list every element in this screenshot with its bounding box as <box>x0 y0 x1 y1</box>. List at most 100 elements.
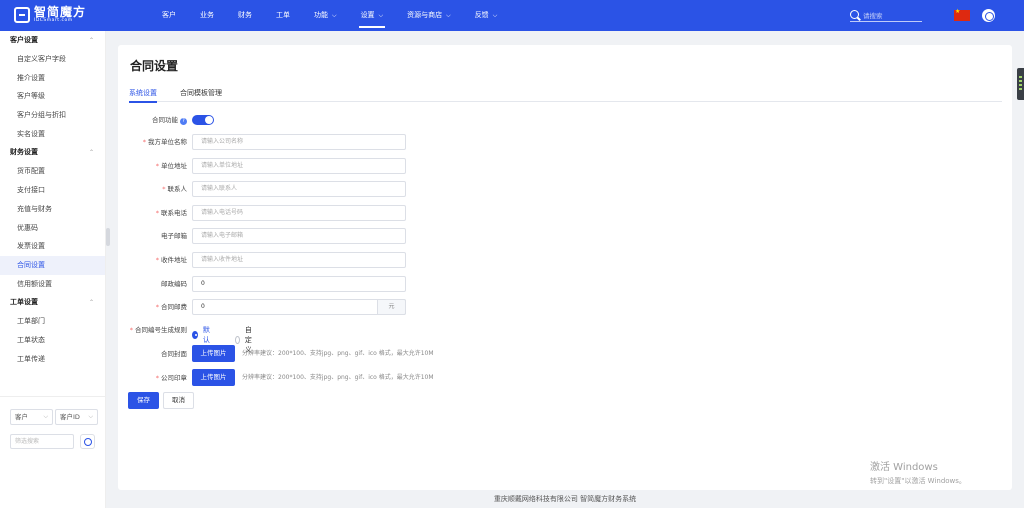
nav-item-feedback[interactable]: 反馈 ⌵ <box>475 0 498 31</box>
filter-type-select[interactable]: 客户 ⌵ <box>10 409 53 425</box>
sidebar-search: 筛选搜索 <box>10 434 95 449</box>
sidebar-item[interactable]: 工单状态 <box>0 331 105 350</box>
sidebar-divider <box>0 396 106 397</box>
email-label: 电子邮箱 <box>161 232 187 240</box>
address-input[interactable]: 请输入单位地址 <box>192 158 406 174</box>
sidebar-item[interactable]: 支付接口 <box>0 181 105 200</box>
settings-tabs: 系统设置 合同模板管理 <box>129 87 1002 103</box>
contract-feature-toggle[interactable] <box>192 115 214 125</box>
receive-address-input[interactable]: 请输入收件地址 <box>192 252 406 268</box>
sidebar-group-tickets[interactable]: 工单设置 ⌃ <box>0 293 105 312</box>
required-mark: * <box>129 326 133 334</box>
nav-item-business[interactable]: 业务 <box>200 0 214 31</box>
chevron-up-icon: ⌃ <box>88 149 94 157</box>
page-title: 合同设置 <box>130 59 179 73</box>
china-flag-icon[interactable] <box>954 8 970 21</box>
contract-settings-card: 合同设置 系统设置 合同模板管理 合同功能? * 我方单位名称 请输入公司名称 *… <box>118 45 1012 490</box>
required-mark: * <box>155 162 159 170</box>
chevron-down-icon: ⌵ <box>378 12 384 19</box>
sidebar-item[interactable]: 信用额设置 <box>0 275 105 294</box>
sidebar-item[interactable]: 充值与财务 <box>0 200 105 219</box>
nav-item-resources-store[interactable]: 资源与商店 ⌵ <box>407 0 451 31</box>
main-nav: 客户 业务 财务 工单 功能 ⌵ 设置 ⌵ 资源与商店 ⌵ 反馈 ⌵ <box>162 0 521 31</box>
number-rule-label: 合同编号生成规则 <box>135 326 187 334</box>
required-mark: * <box>155 303 159 311</box>
nav-item-settings[interactable]: 设置 ⌵ <box>358 0 385 31</box>
sidebar-item[interactable]: 优惠码 <box>0 219 105 238</box>
sidebar-item[interactable]: 自定义客户字段 <box>0 50 105 69</box>
side-panel-handle[interactable] <box>1017 68 1024 100</box>
logo-icon <box>14 6 30 23</box>
required-mark: * <box>155 256 159 264</box>
chevron-down-icon: ⌵ <box>492 12 498 19</box>
contract-feature-label: 合同功能 <box>152 116 178 124</box>
seal-label: 公司印章 <box>161 374 187 382</box>
required-mark: * <box>155 209 159 217</box>
filter-search-input[interactable]: 筛选搜索 <box>10 434 74 449</box>
sidebar-item[interactable]: 客户分组与折扣 <box>0 106 105 125</box>
required-mark: * <box>162 185 166 193</box>
upload-cover-button[interactable]: 上传图片 <box>192 345 235 362</box>
upload-seal-button[interactable]: 上传图片 <box>192 369 235 386</box>
sidebar-group-customer[interactable]: 客户设置 ⌃ <box>0 31 105 50</box>
chevron-up-icon: ⌃ <box>88 299 94 307</box>
chevron-down-icon: ⌵ <box>88 413 93 420</box>
postcode-input[interactable]: 0 <box>192 276 406 292</box>
postage-input[interactable]: 0元 <box>192 299 406 315</box>
required-mark: * <box>155 374 159 382</box>
filter-search-button[interactable] <box>80 434 95 449</box>
receive-address-label: 收件地址 <box>161 256 187 264</box>
address-label: 单位地址 <box>161 162 187 170</box>
sidebar-item[interactable]: 工单传递 <box>0 350 105 369</box>
top-navbar: 智简魔方 IDCSmart.com 客户 业务 财务 工单 功能 ⌵ 设置 ⌵ 资源… <box>0 0 1024 31</box>
seal-upload-hint: 分辨率建议：200*100、支持jpg、png、gif、ico 格式，最大允许1… <box>242 374 434 381</box>
cover-upload-hint: 分辨率建议：200*100、支持jpg、png、gif、ico 格式，最大允许1… <box>242 350 434 357</box>
company-name-label: 我方单位名称 <box>148 138 187 146</box>
nav-item-tickets[interactable]: 工单 <box>276 0 290 31</box>
chevron-down-icon: ⌵ <box>332 12 337 19</box>
global-search[interactable]: 请搜索 <box>850 8 922 22</box>
radio-default[interactable]: 默认 <box>192 325 212 345</box>
sidebar-item[interactable]: 客户等级 <box>0 87 105 106</box>
sidebar-item[interactable]: 发票设置 <box>0 237 105 256</box>
chevron-up-icon: ⌃ <box>88 37 94 44</box>
search-input[interactable]: 请搜索 <box>863 10 883 20</box>
email-input[interactable]: 请输入电子邮箱 <box>192 228 406 244</box>
sidebar-item[interactable]: 工单部门 <box>0 312 105 331</box>
phone-label: 联系电话 <box>161 209 187 217</box>
nav-item-finance[interactable]: 财务 <box>238 0 252 31</box>
postage-label: 合同邮费 <box>161 303 187 311</box>
sidebar-group-finance[interactable]: 财务设置 ⌃ <box>0 143 105 162</box>
sidebar-item[interactable]: 实名设置 <box>0 125 105 144</box>
filter-field-select[interactable]: 客户ID ⌵ <box>55 409 98 425</box>
cover-label: 合同封面 <box>161 350 187 358</box>
radio-dot <box>235 336 240 344</box>
currency-suffix: 元 <box>377 299 406 315</box>
brand-name: 智简魔方 <box>34 5 87 19</box>
radio-dot <box>192 331 198 339</box>
brand-logo[interactable]: 智简魔方 IDCSmart.com <box>14 6 86 24</box>
brand-sub: IDCSmart.com <box>34 18 73 23</box>
nav-item-customers[interactable]: 客户 <box>162 0 176 31</box>
tab-system-settings[interactable]: 系统设置 <box>129 88 157 103</box>
required-mark: * <box>142 138 146 146</box>
windows-activation-watermark: 激活 Windows 转到"设置"以激活 Windows。 <box>870 462 966 485</box>
search-icon <box>850 10 859 19</box>
save-button[interactable]: 保存 <box>128 392 159 409</box>
sidebar-item-contract-settings[interactable]: 合同设置 <box>0 255 105 275</box>
sidebar-item[interactable]: 货币配置 <box>0 162 105 181</box>
chevron-down-icon: ⌵ <box>43 413 48 420</box>
help-icon[interactable]: ? <box>180 118 187 125</box>
user-avatar[interactable] <box>982 9 995 22</box>
sidebar-filter: 客户 ⌵ 客户ID ⌵ <box>10 409 98 425</box>
company-name-input[interactable]: 请输入公司名称 <box>192 134 406 150</box>
postcode-label: 邮政编码 <box>161 280 187 288</box>
contact-input[interactable]: 请输入联系人 <box>192 181 406 197</box>
cancel-button[interactable]: 取消 <box>163 392 194 409</box>
tab-contract-templates[interactable]: 合同模板管理 <box>180 88 222 98</box>
nav-item-features[interactable]: 功能 ⌵ <box>314 0 337 31</box>
sidebar-item[interactable]: 推介设置 <box>0 69 105 88</box>
phone-input[interactable]: 请输入电话号码 <box>192 205 406 221</box>
chevron-down-icon: ⌵ <box>446 12 451 19</box>
contact-label: 联系人 <box>167 185 188 193</box>
